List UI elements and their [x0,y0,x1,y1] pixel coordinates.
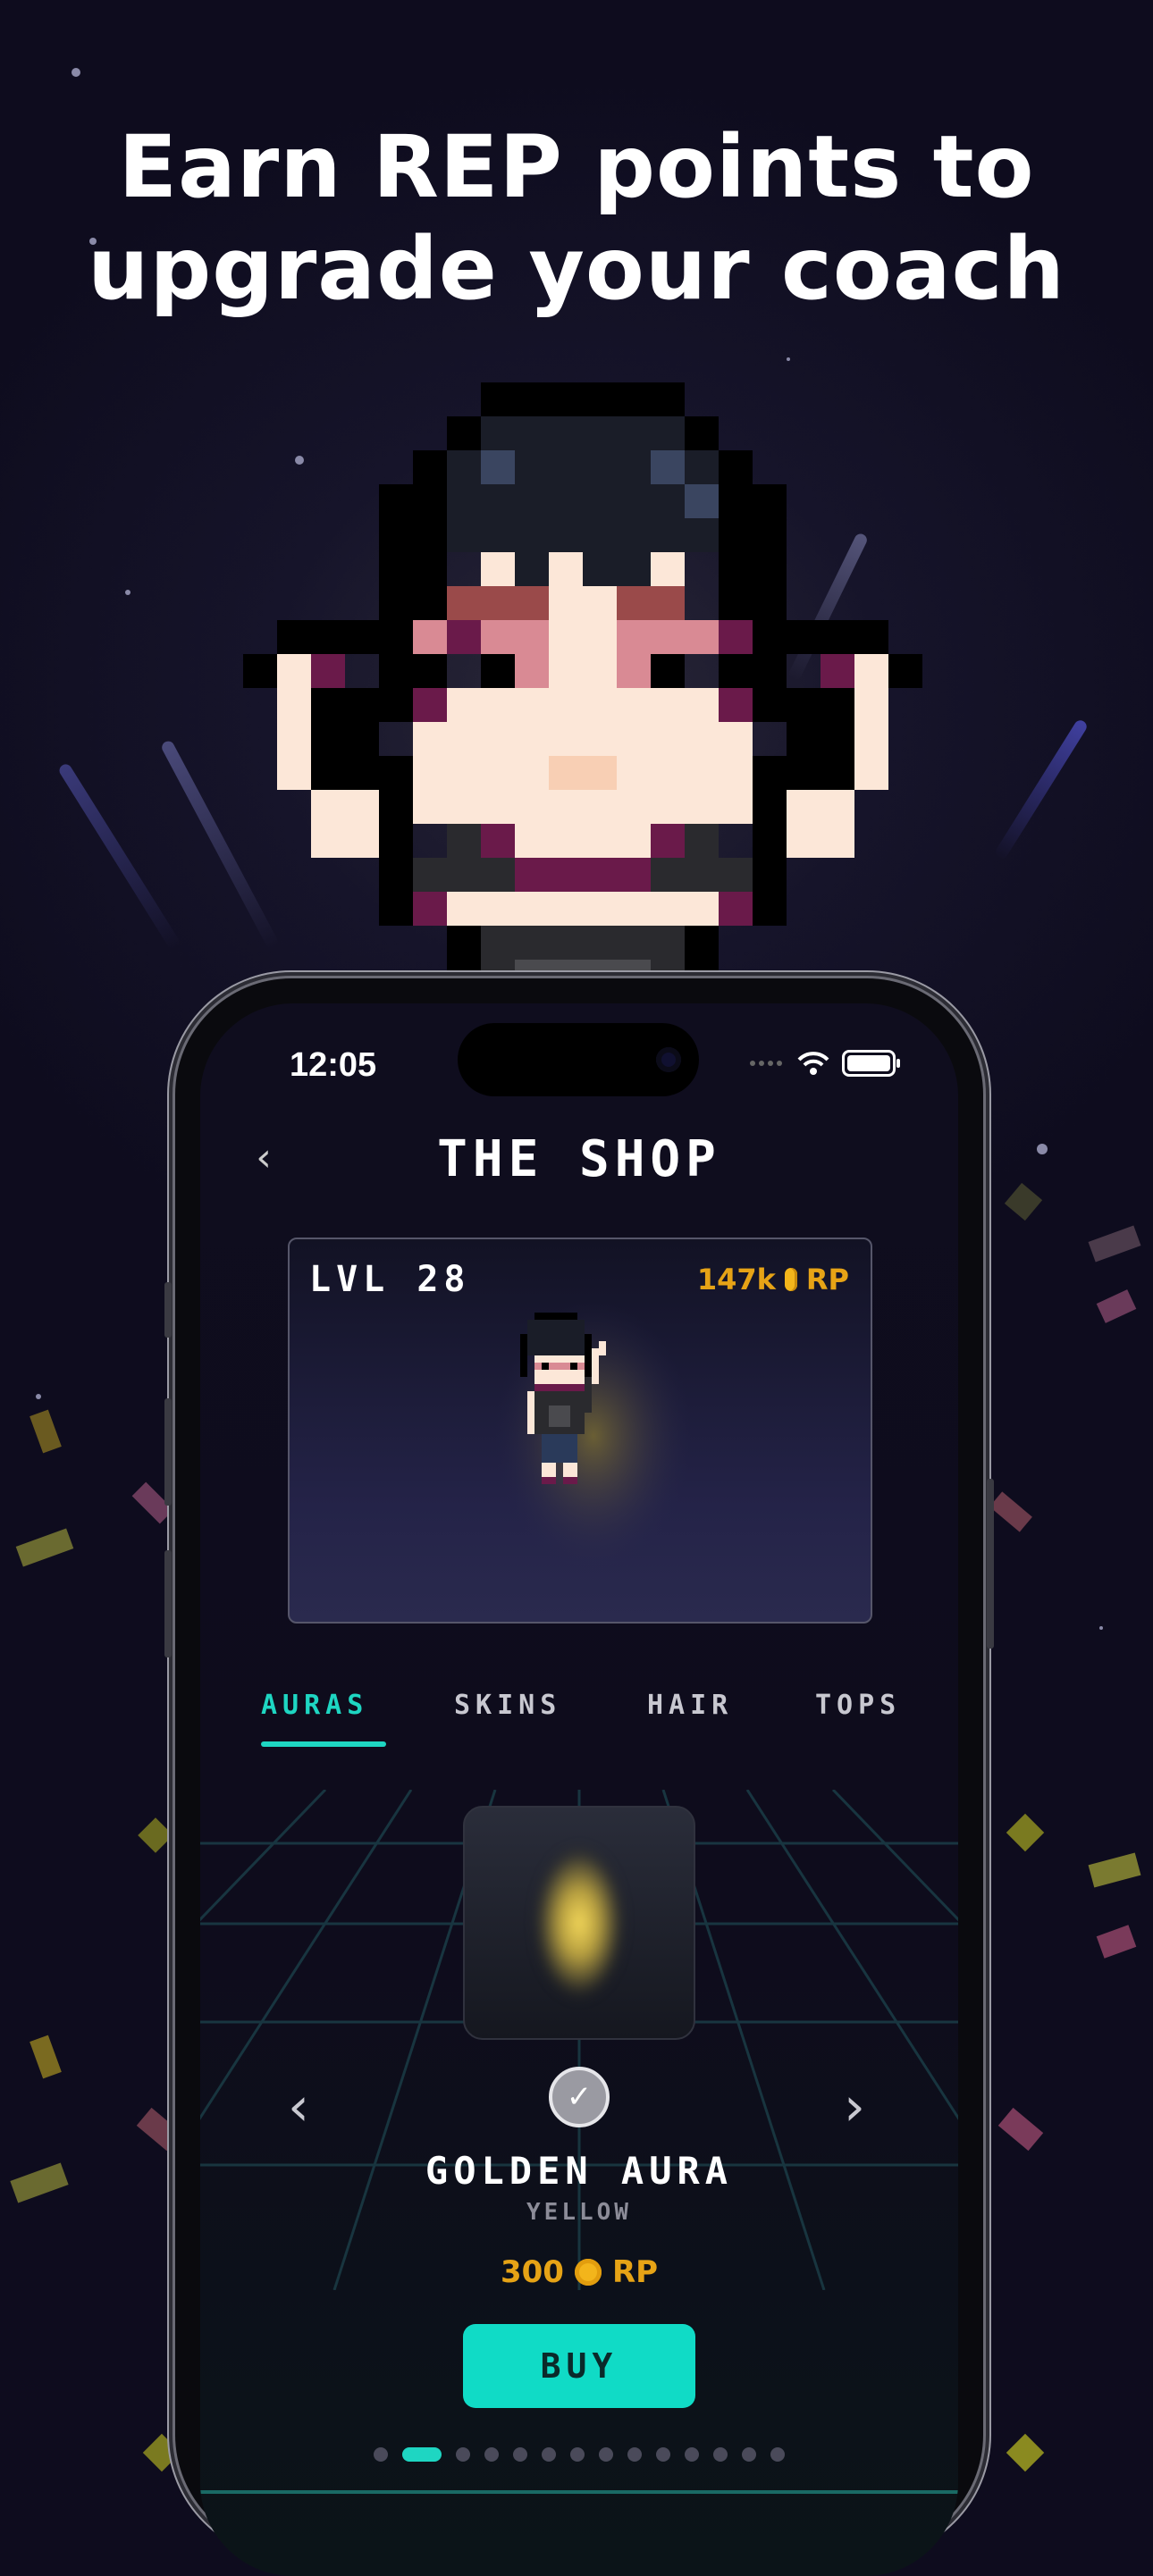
confetti [15,1528,74,1567]
buy-button[interactable]: BUY [463,2324,695,2408]
carousel-dot[interactable] [570,2447,585,2462]
confetti [138,1817,173,1853]
coach-preview-card: LVL 28 147k RP [288,1238,872,1624]
power-button [987,1479,994,1649]
item-price: 300 RP [200,2254,958,2290]
tab-skins[interactable]: SKINS [454,1690,561,1721]
category-tabs: AURAS SKINS HAIR TOPS [200,1690,958,1747]
coach-avatar-small [495,1302,692,1570]
confetti [29,1409,62,1454]
item-preview-tile[interactable] [463,1806,695,2040]
status-icons [749,1046,900,1080]
item-variant: YELLOW [526,2199,632,2226]
price-value: 300 [500,2254,564,2290]
volume-down-button [164,1550,172,1657]
golden-aura-preview [534,1847,624,1999]
star [1037,1144,1048,1154]
carousel-dot[interactable] [374,2447,388,2462]
previous-item-button[interactable]: ‹ [288,2076,309,2138]
carousel-dot[interactable] [456,2447,470,2462]
carousel-dot[interactable] [627,2447,642,2462]
dynamic-island [458,1023,699,1096]
carousel-dots [200,2447,958,2462]
price-unit: RP [611,2254,659,2290]
checkmark-icon: ✓ [549,2067,610,2127]
side-button [164,1282,172,1338]
item-name: GOLDEN AURA [425,2149,734,2193]
star [36,1394,41,1399]
wifi-icon [797,1052,829,1075]
carousel-dot[interactable] [656,2447,670,2462]
coin-icon [574,2259,602,2286]
signal-icon [750,1061,782,1066]
battery-icon [842,1050,900,1077]
confetti [1006,1813,1045,1852]
page-title: THE SHOP [437,1130,721,1188]
volume-up-button [164,1398,172,1506]
confetti [997,2107,1044,2152]
carousel-dot[interactable] [713,2447,728,2462]
next-item-button[interactable]: › [844,2076,865,2138]
app-screen: 12:05 ‹ THE SHOP LVL 28 147k RP AURAS SK… [200,1003,958,2576]
carousel-dot[interactable] [770,2447,785,2462]
confetti [1006,2433,1045,2472]
carousel-dot[interactable] [542,2447,556,2462]
status-time: 12:05 [290,1046,377,1084]
confetti [1096,1289,1137,1323]
carousel-dot[interactable] [402,2447,442,2462]
phone-frame: 12:05 ‹ THE SHOP LVL 28 147k RP AURAS SK… [164,978,994,2576]
confetti [10,2162,69,2203]
tab-tops[interactable]: TOPS [815,1690,901,1721]
confetti [989,1491,1032,1532]
camera-icon [656,1047,681,1072]
carousel-dot[interactable] [685,2447,699,2462]
carousel-dot[interactable] [513,2447,527,2462]
bottom-divider [200,2490,958,2494]
confetti [1088,1852,1141,1888]
confetti [29,2035,62,2079]
confetti [1088,1225,1141,1263]
tab-auras[interactable]: AURAS [261,1690,368,1721]
confetti [1004,1182,1043,1221]
confetti [1096,1925,1137,1959]
coach-avatar-large [243,382,922,992]
star [1099,1626,1103,1630]
carousel-dot[interactable] [484,2447,499,2462]
active-tab-indicator [261,1741,386,1747]
carousel-dot[interactable] [742,2447,756,2462]
tab-hair[interactable]: HAIR [647,1690,733,1721]
carousel-dot[interactable] [599,2447,613,2462]
